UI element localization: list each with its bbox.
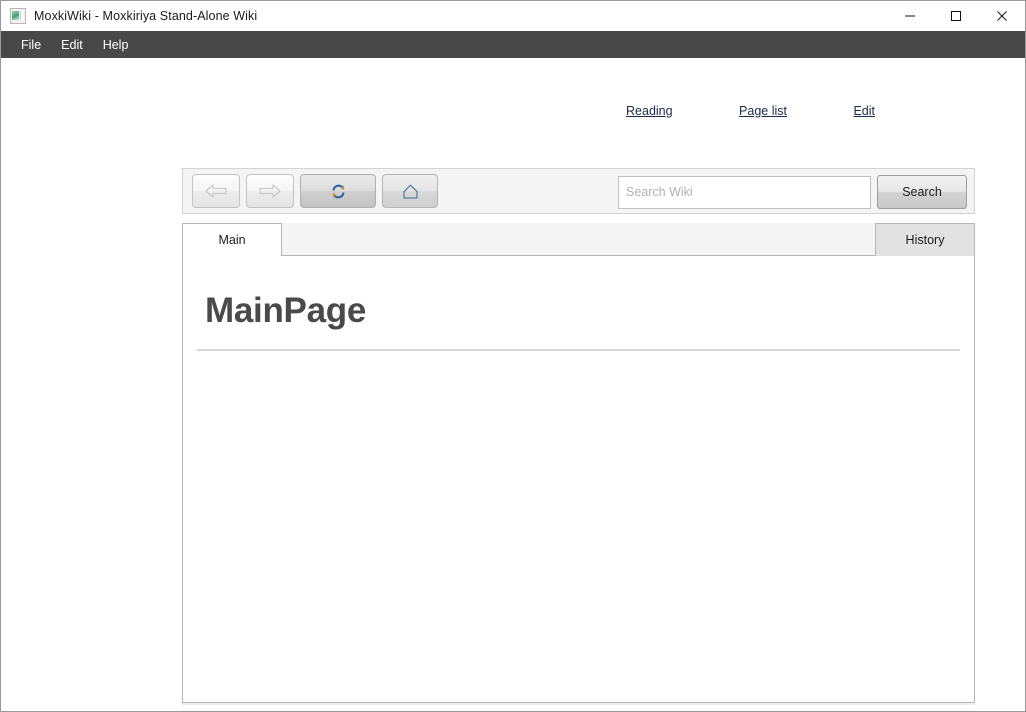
top-nav-links: Reading Page list Edit (1, 102, 1025, 120)
refresh-icon (332, 184, 344, 198)
arrow-right-icon (259, 184, 281, 198)
window-controls (887, 1, 1025, 31)
menu-item-file[interactable]: File (11, 34, 51, 56)
refresh-button[interactable] (300, 174, 376, 208)
main-pane: Reading Page list Edit Search Wiki Searc… (1, 58, 1025, 711)
tab-main[interactable]: Main (182, 223, 282, 256)
wiki-content-area: MainPage (182, 255, 975, 703)
heading-divider (197, 349, 960, 351)
forward-button[interactable] (246, 174, 294, 208)
page-title: MainPage (205, 291, 366, 330)
content-bottom-shadow (182, 703, 975, 705)
back-button[interactable] (192, 174, 240, 208)
app-window: MoxkiWiki - Moxkiriya Stand-Alone Wiki F… (0, 0, 1026, 712)
maximize-icon[interactable] (933, 1, 979, 31)
minimize-icon[interactable] (887, 1, 933, 31)
menu-bar: File Edit Help (1, 31, 1025, 58)
tab-strip-underline (282, 255, 975, 256)
arrow-left-icon (205, 184, 227, 198)
tab-history[interactable]: History (875, 223, 975, 256)
window-title: MoxkiWiki - Moxkiriya Stand-Alone Wiki (34, 9, 258, 23)
menu-item-help[interactable]: Help (93, 34, 139, 56)
nav-link-edit[interactable]: Edit (853, 104, 875, 118)
app-window-icon (10, 8, 26, 24)
close-icon[interactable] (979, 1, 1025, 31)
search-input[interactable] (618, 175, 871, 209)
home-icon (402, 184, 418, 199)
nav-link-page-list[interactable]: Page list (739, 104, 787, 118)
title-bar: MoxkiWiki - Moxkiriya Stand-Alone Wiki (1, 1, 1025, 31)
home-button[interactable] (382, 174, 438, 208)
search-area: Search (618, 175, 967, 209)
search-button[interactable]: Search (877, 175, 967, 209)
browser-toolbar: Search (182, 168, 975, 214)
menu-item-edit[interactable]: Edit (51, 34, 93, 56)
tab-strip: Main History (182, 223, 975, 256)
nav-link-reading[interactable]: Reading (626, 104, 673, 118)
